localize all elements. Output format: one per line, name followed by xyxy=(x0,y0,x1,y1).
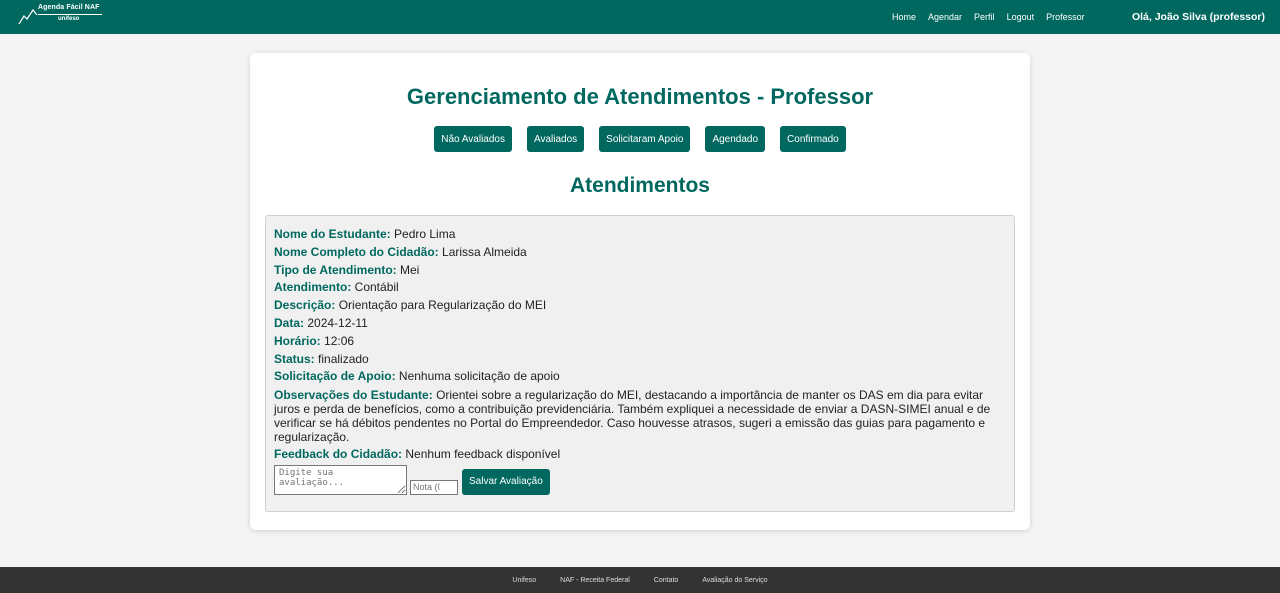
citizen-row: Nome Completo do Cidadão: Larissa Almeid… xyxy=(274,244,1006,262)
top-navbar: Agenda Fácil NAF unifeso Home Agendar Pe… xyxy=(0,0,1280,34)
save-evaluation-button[interactable]: Salvar Avaliação xyxy=(462,468,550,495)
brand-title: Agenda Fácil NAF xyxy=(38,4,100,11)
service-row: Atendimento: Contábil xyxy=(274,279,1006,297)
evaluation-comment-field[interactable] xyxy=(274,464,407,495)
user-greeting: Olá, João Silva (professor) xyxy=(1131,11,1265,23)
nav-logout[interactable]: Logout xyxy=(1007,12,1035,22)
footer: Unifeso NAF - Receita Federal Contato Av… xyxy=(0,567,1280,593)
nav-professor[interactable]: Professor xyxy=(1046,12,1085,22)
type-value: Mei xyxy=(400,262,420,277)
time-label: Horário: xyxy=(274,333,321,348)
support-value: Nenhuma solicitação de apoio xyxy=(398,369,560,384)
description-label: Descrição: xyxy=(274,298,336,313)
nav-agendar[interactable]: Agendar xyxy=(928,12,962,22)
evaluation-form: Salvar Avaliação xyxy=(274,464,1006,495)
filter-confirmado-button[interactable]: Confirmado xyxy=(780,126,846,152)
feedback-label: Feedback do Cidadão: xyxy=(274,447,403,462)
nav-home[interactable]: Home xyxy=(892,12,916,22)
brand-logo[interactable]: Agenda Fácil NAF unifeso xyxy=(18,4,108,28)
footer-link-naf[interactable]: NAF - Receita Federal xyxy=(560,577,630,584)
date-value: 2024-12-11 xyxy=(307,315,368,330)
description-value: Orientação para Regularização do MEI xyxy=(338,298,547,313)
type-label: Tipo de Atendimento: xyxy=(274,262,397,277)
feedback-value: Nenhum feedback disponível xyxy=(405,447,561,462)
filter-agendado-button[interactable]: Agendado xyxy=(705,126,766,152)
type-row: Tipo de Atendimento: Mei xyxy=(274,262,1006,280)
observations-label: Observações do Estudante: xyxy=(274,388,433,403)
footer-link-unifeso[interactable]: Unifeso xyxy=(512,577,536,584)
date-label: Data: xyxy=(274,315,305,330)
feedback-row: Feedback do Cidadão: Nenhum feedback dis… xyxy=(274,446,1006,464)
main-card: Gerenciamento de Atendimentos - Professo… xyxy=(250,53,1030,530)
footer-link-avaliacao[interactable]: Avaliação do Serviço xyxy=(702,577,767,584)
grade-input[interactable] xyxy=(410,479,458,495)
citizen-value: Larissa Almeida xyxy=(442,244,527,259)
time-row: Horário: 12:06 xyxy=(274,333,1006,351)
brand-subtitle: unifeso xyxy=(58,16,80,22)
filter-buttons: Não Avaliados Avaliados Solicitaram Apoi… xyxy=(250,126,1030,152)
footer-link-contato[interactable]: Contato xyxy=(654,577,679,584)
student-value: Pedro Lima xyxy=(394,227,456,241)
filter-avaliados-button[interactable]: Avaliados xyxy=(526,126,585,152)
filter-solicitaram-apoio-button[interactable]: Solicitaram Apoio xyxy=(599,126,691,152)
filter-nao-avaliados-button[interactable]: Não Avaliados xyxy=(434,126,512,152)
logo-mountain-icon xyxy=(18,8,38,25)
date-row: Data: 2024-12-11 xyxy=(274,315,1006,333)
brand-divider xyxy=(38,14,102,15)
support-row: Solicitação de Apoio: Nenhuma solicitaçã… xyxy=(274,368,1006,386)
section-title: Atendimentos xyxy=(569,174,710,197)
support-label: Solicitação de Apoio: xyxy=(274,369,396,384)
nav-perfil[interactable]: Perfil xyxy=(974,12,995,22)
page-title: Gerenciamento de Atendimentos - Professo… xyxy=(406,84,874,109)
service-label: Atendimento: xyxy=(274,280,352,295)
service-value: Contábil xyxy=(354,280,399,295)
student-row: Nome do Estudante: Pedro Lima xyxy=(274,226,1006,244)
student-label: Nome do Estudante: xyxy=(274,227,391,241)
status-row: Status: finalizado xyxy=(274,351,1006,369)
main-nav: Home Agendar Perfil Logout Professor xyxy=(892,0,1097,34)
status-label: Status: xyxy=(274,351,315,366)
description-row: Descrição: Orientação para Regularização… xyxy=(274,297,1006,315)
status-value: finalizado xyxy=(318,351,369,366)
time-value: 12:06 xyxy=(324,333,355,348)
observations-row: Observações do Estudante: Orientei sobre… xyxy=(274,388,1006,444)
appointment-record: Nome do Estudante: Pedro Lima Nome Compl… xyxy=(265,215,1015,512)
citizen-label: Nome Completo do Cidadão: xyxy=(274,244,439,259)
